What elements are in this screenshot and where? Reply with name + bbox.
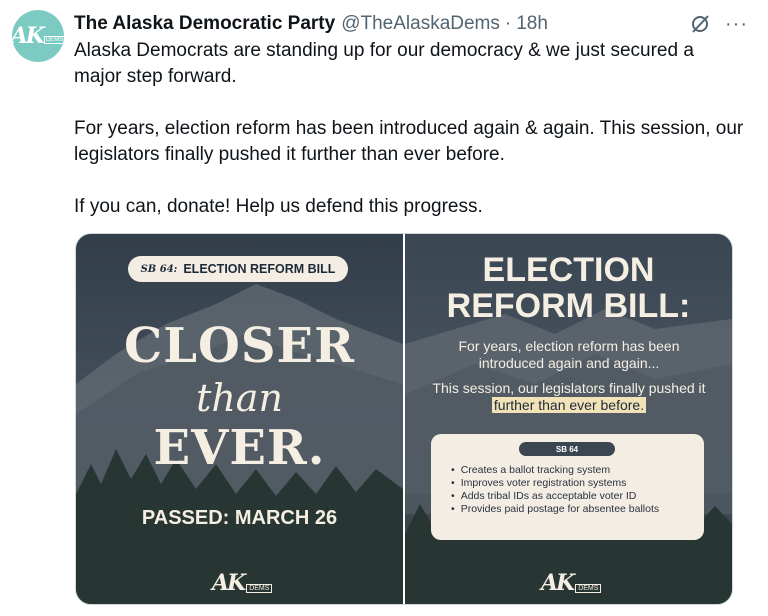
tweet-media[interactable]: SB 64: ELECTION REFORM BILL CLOSER than … <box>75 233 733 605</box>
tweet-header: The Alaska Democratic Party @TheAlaskaDe… <box>74 12 748 36</box>
right-title-line1: ELECTION <box>482 251 655 289</box>
bill-tag: SB 64: ELECTION REFORM BILL <box>128 256 348 282</box>
headline-than: than <box>196 376 283 420</box>
logo-text: AK <box>212 570 246 596</box>
bill-tag-prefix: SB 64: <box>140 263 178 275</box>
headline-closer: CLOSER <box>124 318 355 374</box>
bill-point: Provides paid postage for absentee ballo… <box>451 503 659 516</box>
avatar-logo-sub: DEMS <box>43 36 66 44</box>
bill-points: Creates a ballot tracking system Improve… <box>451 464 659 516</box>
tweet-paragraph: For years, election reform has been intr… <box>74 118 744 165</box>
avatar[interactable]: AK DEMS <box>10 10 66 62</box>
headline-ever: EVER. <box>153 420 326 476</box>
author-name[interactable]: The Alaska Democratic Party <box>74 13 335 35</box>
bill-point: Improves voter registration systems <box>451 477 659 490</box>
right-title-line2: REFORM BILL: <box>446 287 691 325</box>
media-image-right[interactable]: ELECTION REFORM BILL: For years, electio… <box>405 234 732 604</box>
timestamp[interactable]: 18h <box>516 13 548 35</box>
more-options-icon[interactable]: ··· <box>725 13 748 36</box>
media-image-left[interactable]: SB 64: ELECTION REFORM BILL CLOSER than … <box>76 234 403 604</box>
right-session-highlight: further than ever before. <box>491 397 647 413</box>
bill-point: Creates a ballot tracking system <box>451 464 659 477</box>
separator: · <box>504 13 512 34</box>
logo-sub: DEMS <box>246 583 273 593</box>
grok-icon[interactable] <box>689 13 711 35</box>
bill-card: SB 64 Creates a ballot tracking system I… <box>431 434 704 540</box>
logo-text: AK <box>541 570 575 596</box>
bill-tag-text: ELECTION REFORM BILL <box>183 262 336 276</box>
right-session: This session, our legislators finally pu… <box>429 380 709 414</box>
author-handle[interactable]: @TheAlaskaDems <box>341 13 500 35</box>
card-badge: SB 64 <box>519 442 615 456</box>
ak-dems-logo: AK DEMS <box>541 570 602 596</box>
right-title: ELECTION REFORM BILL: <box>405 252 732 324</box>
right-intro: For years, election reform has been intr… <box>458 338 680 371</box>
logo-sub: DEMS <box>575 583 602 593</box>
avatar-logo-text: AK <box>10 23 45 49</box>
passed-date: PASSED: MARCH 26 <box>141 507 338 529</box>
tweet-text: Alaska Democrats are standing up for our… <box>74 38 744 246</box>
tweet-paragraph: Alaska Democrats are standing up for our… <box>74 40 694 87</box>
tweet-paragraph: If you can, donate! Help us defend this … <box>74 196 483 217</box>
bill-point: Adds tribal IDs as acceptable voter ID <box>451 490 659 503</box>
ak-dems-logo: AK DEMS <box>212 570 273 596</box>
right-session-text: This session, our legislators finally pu… <box>432 380 706 396</box>
